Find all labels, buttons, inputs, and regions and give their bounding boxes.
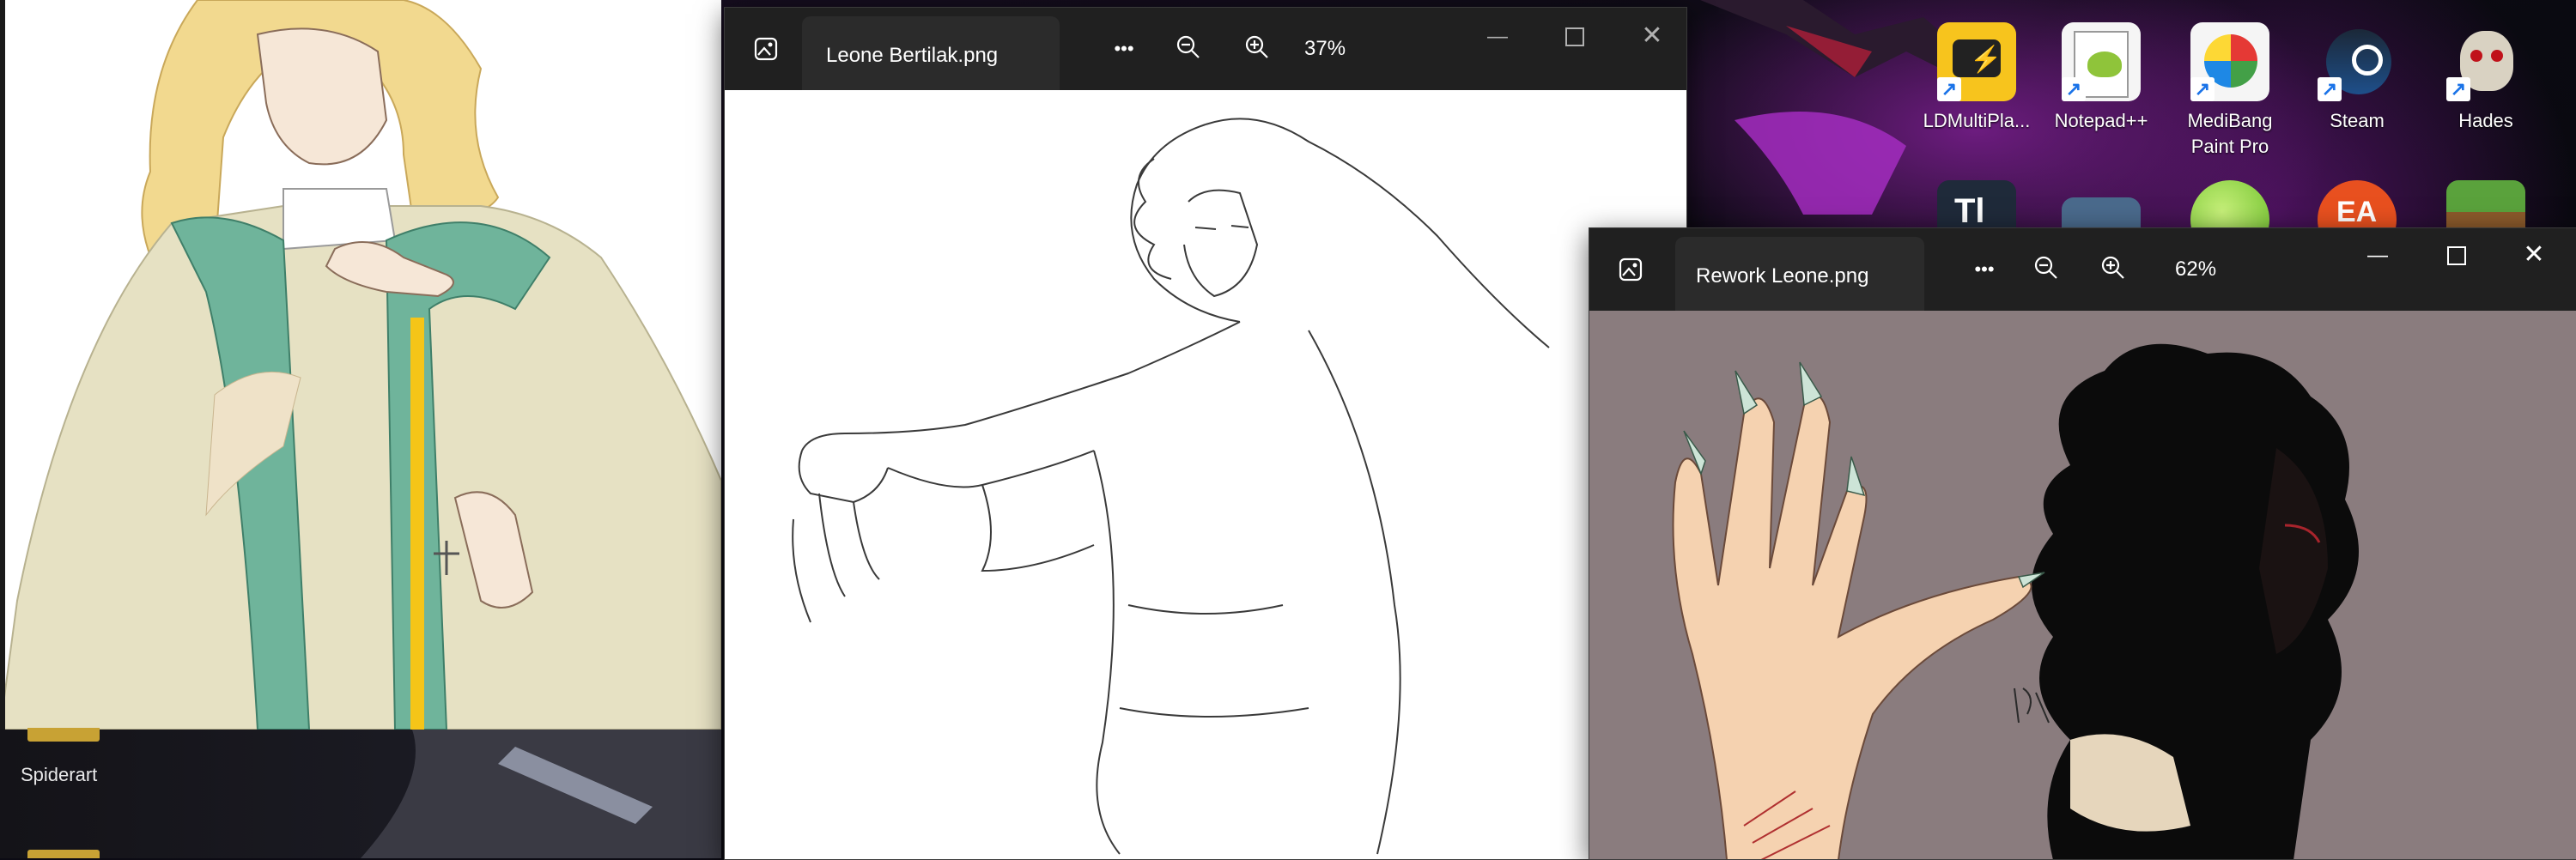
- panel-edge: [0, 0, 5, 730]
- minimize-button[interactable]: —: [2360, 239, 2395, 273]
- more-options-button[interactable]: •••: [1963, 254, 2006, 285]
- zoom-out-icon: [1176, 35, 1200, 58]
- photos-window-leone[interactable]: Leone Bertilak.png ••• 37% — ✕: [724, 7, 1687, 860]
- photos-app-icon: [749, 32, 783, 66]
- title-tab[interactable]: Rework Leone.png: [1675, 237, 1924, 311]
- desktop-icon-notepad[interactable]: ↗ Notepad++: [2045, 22, 2157, 134]
- steam-icon: ↗: [2318, 22, 2397, 101]
- window-title: Rework Leone.png: [1696, 264, 1869, 288]
- window-titlebar[interactable]: Rework Leone.png ••• 62% — ✕: [1589, 228, 2576, 311]
- hades-icon: ↗: [2446, 22, 2525, 101]
- explorer-thumbnail-art: [361, 730, 721, 858]
- notepad-plus-plus-icon: ↗: [2062, 22, 2141, 101]
- medibang-icon: ↗: [2190, 22, 2269, 101]
- maximize-button[interactable]: [1558, 20, 1592, 54]
- zoom-in-button[interactable]: [2096, 251, 2130, 285]
- zoom-level: 62%: [2175, 257, 2217, 281]
- zoom-in-icon: [1245, 35, 1268, 58]
- more-options-button[interactable]: •••: [1103, 33, 1145, 64]
- left-artwork-panel: [0, 0, 721, 730]
- ldmultiplayer-icon: ⚡ ↗: [1937, 22, 2016, 101]
- zoom-out-icon: [2034, 256, 2057, 279]
- photos-window-rework[interactable]: Rework Leone.png ••• 62% — ✕: [1589, 227, 2576, 860]
- zoom-in-button[interactable]: [1240, 30, 1274, 64]
- close-button[interactable]: ✕: [1635, 18, 1669, 52]
- image-canvas: [1589, 311, 2576, 859]
- window-title: Leone Bertilak.png: [826, 44, 999, 67]
- title-tab[interactable]: Leone Bertilak.png: [802, 16, 1060, 90]
- lineart-sketch: [792, 118, 1550, 855]
- folder-icon[interactable]: [27, 728, 100, 742]
- minimize-button[interactable]: —: [1480, 20, 1515, 54]
- priest-illustration: [0, 0, 721, 730]
- desktop-icon-hades[interactable]: ↗ Hades: [2430, 22, 2542, 134]
- folder-label[interactable]: Spiderart: [21, 764, 97, 786]
- desktop-icon-label: LDMultiPla...: [1923, 110, 2031, 131]
- maximize-button[interactable]: [2439, 239, 2474, 273]
- folder-icon[interactable]: [27, 850, 100, 858]
- window-titlebar[interactable]: Leone Bertilak.png ••• 37% — ✕: [725, 8, 1686, 90]
- file-explorer-fragment: [0, 730, 721, 858]
- desktop-icon-ldmultiplayer[interactable]: ⚡ ↗ LDMultiPla...: [1921, 22, 2032, 134]
- image-canvas: [725, 90, 1686, 859]
- desktop-icon-label: Hades: [2458, 110, 2513, 131]
- zoom-out-button[interactable]: [1171, 30, 1206, 64]
- desktop-icon-label: Notepad++: [2054, 110, 2148, 131]
- desktop-icon-label: Steam: [2330, 110, 2385, 131]
- desktop-icon-medibang[interactable]: ↗ MediBang Paint Pro: [2174, 22, 2286, 160]
- rework-illustration: [1672, 343, 2359, 859]
- maximize-icon: [2447, 246, 2466, 265]
- desktop-icon-steam[interactable]: ↗ Steam: [2301, 22, 2413, 134]
- photos-app-icon: [1613, 252, 1648, 287]
- maximize-icon: [1565, 27, 1584, 46]
- zoom-out-button[interactable]: [2029, 251, 2063, 285]
- close-button[interactable]: ✕: [2517, 237, 2551, 271]
- zoom-in-icon: [2101, 256, 2124, 279]
- zoom-level: 37%: [1304, 37, 1346, 60]
- desktop-icon-label: MediBang Paint Pro: [2187, 110, 2273, 157]
